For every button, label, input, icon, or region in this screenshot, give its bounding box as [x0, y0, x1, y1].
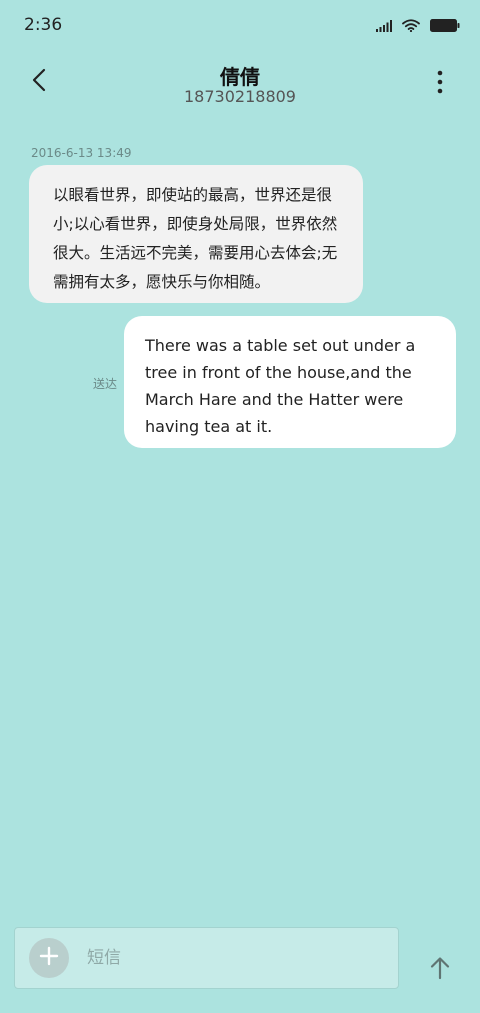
status-bar: 2:36	[0, 0, 480, 50]
wifi-icon	[402, 17, 420, 36]
contact-name: 倩倩	[220, 65, 260, 89]
send-button[interactable]	[424, 952, 456, 988]
status-icons	[376, 17, 460, 36]
signal-icon	[376, 17, 392, 36]
plus-icon	[39, 946, 59, 970]
conversation-header: 倩倩 18730218809	[0, 55, 480, 115]
outgoing-message-bubble[interactable]: There was a table set out under a tree i…	[124, 316, 456, 448]
outgoing-message-text: There was a table set out under a tree i…	[145, 336, 416, 436]
delivery-status: 送达	[93, 377, 118, 391]
add-attachment-button[interactable]	[29, 938, 69, 978]
contact-number: 18730218809	[184, 87, 296, 106]
arrow-up-icon	[429, 956, 451, 984]
message-input[interactable]	[87, 938, 387, 978]
status-time: 2:36	[24, 15, 63, 35]
compose-box	[14, 927, 399, 989]
more-vertical-icon	[437, 70, 443, 98]
incoming-message-bubble[interactable]: 以眼看世界，即使站的最高，世界还是很小;以心看世界，即使身处局限，世界依然很大。…	[29, 165, 363, 303]
more-options-button[interactable]	[428, 70, 452, 98]
battery-icon	[430, 17, 460, 36]
incoming-message-text: 以眼看世界，即使站的最高，世界还是很小;以心看世界，即使身处局限，世界依然很大。…	[53, 186, 338, 291]
message-timestamp: 2016-6-13 13:49	[31, 146, 132, 160]
